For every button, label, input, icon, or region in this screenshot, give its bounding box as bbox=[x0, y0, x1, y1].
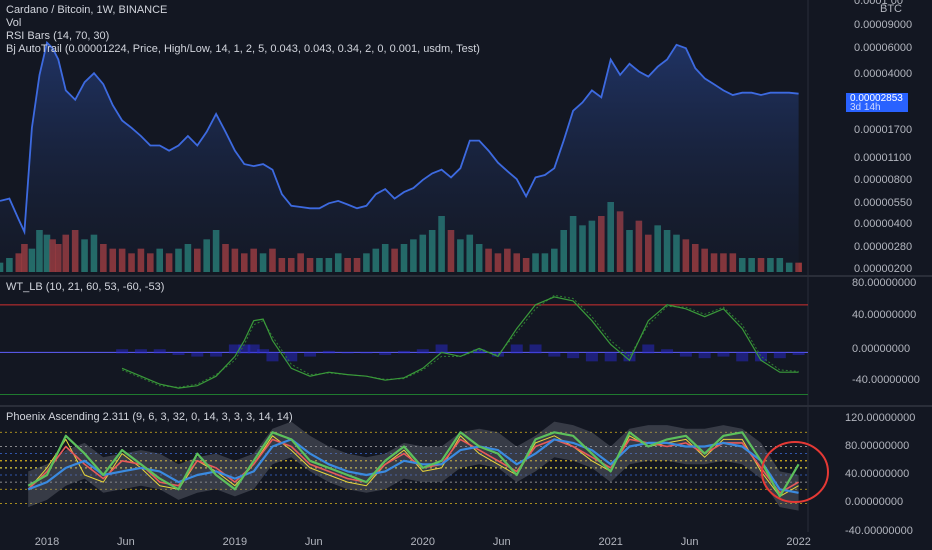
phoenix-legend[interactable]: Phoenix Ascending 2.311 (9, 6, 3, 32, 0,… bbox=[6, 411, 293, 424]
phoenix-tick-label: 120.00000000 bbox=[845, 412, 915, 424]
wt-histogram-bar bbox=[153, 349, 166, 354]
wt2-line bbox=[121, 294, 799, 388]
wt-histogram-bar bbox=[717, 352, 730, 357]
phoenix-tick-label: 0.00000000 bbox=[845, 496, 903, 508]
wt-histogram-bar bbox=[379, 352, 392, 355]
wt1-line bbox=[121, 296, 799, 389]
price-tick-label: 0.00000800 bbox=[854, 174, 912, 186]
wt-histogram-bar bbox=[191, 352, 204, 357]
wt-histogram-bar bbox=[529, 344, 542, 354]
wt-histogram-bar bbox=[773, 352, 786, 359]
time-tick-label: 2018 bbox=[35, 536, 59, 548]
wt-histogram-bar bbox=[134, 349, 147, 354]
time-tick-label: Jun bbox=[493, 536, 511, 548]
price-tick-label: 0.00009000 bbox=[854, 19, 912, 31]
price-axis[interactable]: 0.0001 00BTC0.000090000.000060000.000040… bbox=[845, 0, 920, 537]
phoenix-tick-label: 80.00000000 bbox=[845, 440, 909, 452]
rsi-bars-legend[interactable]: RSI Bars (14, 70, 30) bbox=[6, 30, 109, 43]
wt-histogram-bar bbox=[585, 352, 598, 362]
price-tick-label: 0.00001700 bbox=[854, 124, 912, 136]
wt-histogram-bar bbox=[116, 349, 129, 354]
price-tick-label: BTC bbox=[880, 3, 902, 15]
time-axis[interactable]: 2018 Jun 2019 Jun 2020 Jun 2021 Jun 2022 bbox=[35, 536, 811, 548]
phoenix-tick-label: 40.00000000 bbox=[845, 468, 909, 480]
time-tick-label: Jun bbox=[681, 536, 699, 548]
wt-histogram-bar bbox=[304, 352, 317, 357]
wt-histogram-bar bbox=[398, 350, 410, 354]
wt-histogram-bar bbox=[642, 344, 655, 354]
price-tick-label: 0.00000550 bbox=[854, 197, 912, 209]
wt-histogram-bar bbox=[172, 352, 185, 355]
wt-histogram-bar bbox=[792, 352, 805, 355]
volume-legend[interactable]: Vol bbox=[6, 17, 21, 30]
price-tick-label: 0.00000200 bbox=[854, 263, 912, 275]
chart-canvas[interactable]: 0.0001 00BTC0.000090000.000060000.000040… bbox=[0, 0, 932, 550]
wt-histogram-bar bbox=[679, 352, 692, 357]
wt-histogram-bar bbox=[548, 352, 561, 357]
price-tick-label: 0.00000400 bbox=[854, 218, 912, 230]
wt-tick-neg40: -40.00000000 bbox=[852, 374, 920, 386]
wt-tick-80: 80.00000000 bbox=[852, 277, 916, 289]
autotrail-legend[interactable]: Bj AutoTrail (0.00001224, Price, High/Lo… bbox=[6, 43, 480, 56]
wt-histogram-bar bbox=[341, 352, 354, 354]
time-tick-label: 2019 bbox=[223, 536, 247, 548]
price-tick-label: 0.00001100 bbox=[854, 152, 911, 164]
time-tick-label: Jun bbox=[117, 536, 135, 548]
price-tick-label: 0.00000280 bbox=[854, 241, 912, 253]
wt-histogram-bar bbox=[210, 352, 223, 357]
wt-histogram-bar bbox=[661, 349, 674, 354]
wt-tick-40: 40.00000000 bbox=[852, 309, 916, 321]
wt-histogram-bar bbox=[285, 352, 298, 362]
time-tick-label: 2020 bbox=[411, 536, 435, 548]
last-price-tag: 0.00002853 3d 14h bbox=[846, 93, 908, 113]
wt-histogram-bar bbox=[266, 352, 279, 362]
wt-legend[interactable]: WT_LB (10, 21, 60, 53, -60, -53) bbox=[6, 281, 164, 294]
wt-histogram-bar bbox=[454, 352, 467, 354]
wt-histogram-bar bbox=[604, 352, 617, 362]
wt-histogram-bar bbox=[510, 344, 523, 354]
wt-histogram-bar bbox=[567, 352, 580, 359]
phoenix-tick-label: -40.00000000 bbox=[845, 525, 913, 537]
countdown-label: 3d 14h bbox=[850, 102, 881, 113]
time-tick-label: Jun bbox=[305, 536, 323, 548]
wt-histogram-bar bbox=[322, 350, 335, 354]
time-tick-label: 2021 bbox=[598, 536, 622, 548]
wt-histogram-bar bbox=[736, 352, 749, 362]
price-area bbox=[0, 42, 799, 273]
wt-tick-0: 0.00000000 bbox=[852, 343, 910, 355]
wt-histogram-bar bbox=[698, 352, 711, 359]
wt-histogram-bar bbox=[360, 352, 373, 354]
time-tick-label: 2022 bbox=[786, 536, 810, 548]
wt-histogram-bar bbox=[416, 349, 429, 354]
symbol-legend[interactable]: Cardano / Bitcoin, 1W, BINANCE bbox=[6, 4, 167, 17]
price-tick-label: 0.00004000 bbox=[854, 68, 912, 80]
price-tick-label: 0.00006000 bbox=[854, 42, 912, 54]
